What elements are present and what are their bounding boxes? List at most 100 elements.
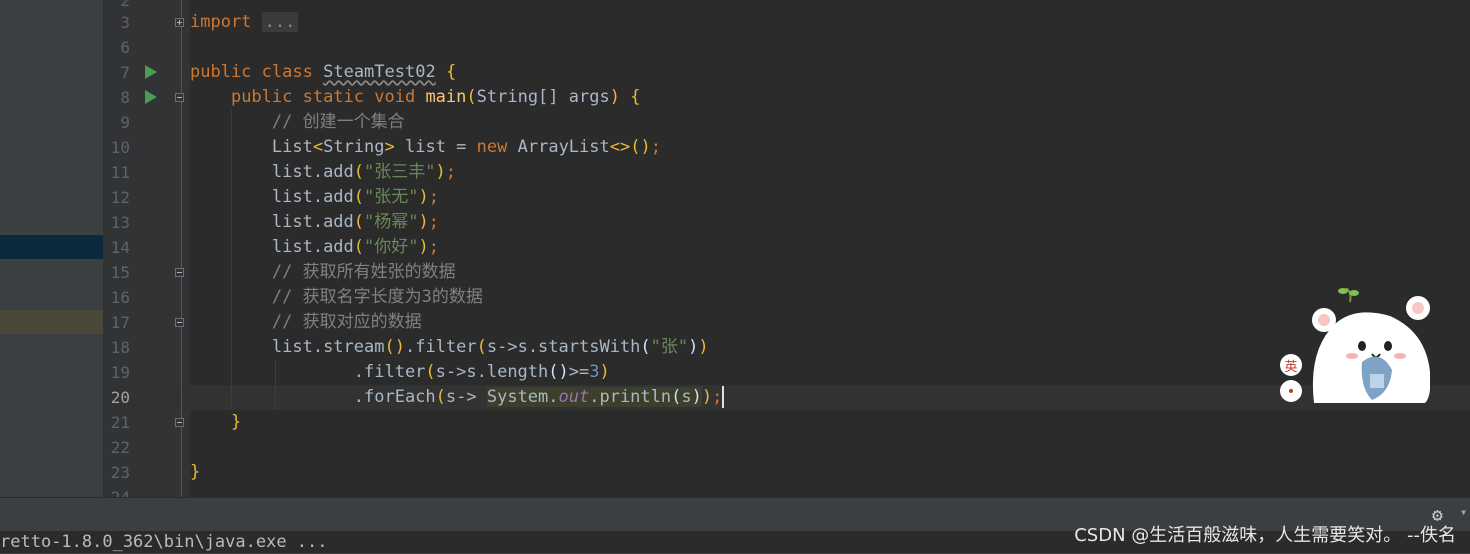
paren: ) bbox=[691, 387, 702, 407]
params: String[] args bbox=[476, 87, 610, 107]
line-number: 15 bbox=[110, 263, 130, 282]
paren: ( bbox=[466, 87, 477, 107]
mascot-badge-text: 英 bbox=[1284, 360, 1297, 375]
string-literal: "张" bbox=[650, 337, 689, 357]
paren: ( bbox=[353, 237, 365, 257]
code-line-11[interactable]: list.add("张三丰"); bbox=[190, 160, 456, 185]
code-line-8[interactable]: public static void main(String[] args) { bbox=[190, 85, 641, 110]
parens: () bbox=[630, 137, 651, 157]
line-number: 19 bbox=[110, 363, 130, 382]
paren: ( bbox=[435, 387, 446, 407]
line-number: 13 bbox=[110, 213, 130, 232]
paren: ( bbox=[353, 212, 365, 232]
generic-open: < bbox=[312, 137, 324, 157]
line-number: 9 bbox=[120, 113, 130, 132]
semicolon: ; bbox=[428, 187, 440, 207]
call: list.add bbox=[271, 212, 354, 232]
code-line-17[interactable]: // 获取对应的数据 bbox=[190, 310, 422, 335]
code-line-3[interactable]: import ... bbox=[190, 10, 299, 35]
string-literal: "张无" bbox=[364, 187, 419, 207]
watermark-text: CSDN @生活百般滋味，人生需要笑对。 --佚名 bbox=[1074, 525, 1456, 546]
line-number: 3 bbox=[120, 13, 130, 32]
folded-imports[interactable]: ... bbox=[261, 12, 299, 32]
keyword-class: class bbox=[261, 62, 313, 82]
paren: ) bbox=[609, 87, 620, 107]
brace: } bbox=[230, 412, 242, 432]
lambda: s-> bbox=[445, 387, 487, 407]
line-number: 22 bbox=[110, 438, 130, 457]
generic-close: > bbox=[384, 137, 395, 157]
paren: ) bbox=[688, 337, 699, 357]
decl: list = bbox=[394, 137, 477, 157]
code-line-12[interactable]: list.add("张无"); bbox=[190, 185, 439, 210]
paren: ( bbox=[353, 162, 365, 182]
comment: // 获取所有姓张的数据 bbox=[271, 262, 456, 282]
project-highlight-row[interactable] bbox=[0, 310, 103, 334]
code-line-9[interactable]: // 创建一个集合 bbox=[190, 110, 405, 135]
mascot-badge-dot: • bbox=[1287, 384, 1295, 400]
paren: ) bbox=[599, 362, 610, 382]
highlighted-expression: System.out.println(s) bbox=[486, 387, 702, 407]
diamond: <> bbox=[609, 137, 631, 157]
code-line-20[interactable]: .forEach(s-> System.out.println(s)); bbox=[190, 385, 725, 410]
line-number: 8 bbox=[120, 88, 130, 107]
lambda: s->s.length bbox=[435, 362, 549, 382]
paren: ) bbox=[701, 387, 713, 407]
code-line-19[interactable]: .filter(s->s.length()>=3) bbox=[190, 360, 610, 385]
run-icon[interactable] bbox=[145, 65, 157, 79]
code-line-14[interactable]: list.add("你好"); bbox=[190, 235, 439, 260]
code-line-23[interactable]: } bbox=[190, 460, 200, 485]
paren: ) bbox=[418, 237, 429, 257]
paren: ) bbox=[418, 187, 429, 207]
code-line-16[interactable]: // 获取名字长度为3的数据 bbox=[190, 285, 483, 310]
fold-collapse-icon[interactable] bbox=[175, 268, 184, 277]
line-number: 6 bbox=[120, 38, 130, 57]
run-icon[interactable] bbox=[145, 90, 157, 104]
operator: >= bbox=[568, 362, 590, 382]
call: list.add bbox=[271, 162, 354, 182]
semicolon: ; bbox=[712, 387, 723, 407]
call: .filter bbox=[353, 362, 426, 382]
semicolon: ; bbox=[428, 237, 440, 257]
mascot-sticker: 英 • bbox=[1280, 288, 1430, 403]
type: List bbox=[271, 137, 313, 157]
arg: s bbox=[681, 387, 692, 407]
run-command-text: retto-1.8.0_362\bin\java.exe ... bbox=[0, 532, 328, 552]
fold-expand-icon[interactable] bbox=[175, 18, 184, 27]
line-number: 17 bbox=[110, 313, 130, 332]
call: .println bbox=[589, 387, 672, 407]
paren: ( bbox=[425, 362, 436, 382]
method-name: main bbox=[425, 87, 467, 107]
comment: // 获取名字长度为3的数据 bbox=[271, 287, 483, 307]
brace: } bbox=[190, 462, 201, 482]
string-literal: "你好" bbox=[364, 237, 419, 257]
brace: { bbox=[445, 62, 457, 82]
paren: () bbox=[384, 337, 405, 357]
code-line-7[interactable]: public class SteamTest02 { bbox=[190, 60, 456, 85]
generic-type: String bbox=[323, 137, 385, 157]
call: .filter bbox=[404, 337, 477, 357]
method-modifiers: public static void bbox=[230, 87, 416, 107]
code-line-15[interactable]: // 获取所有姓张的数据 bbox=[190, 260, 456, 285]
fold-collapse-icon[interactable] bbox=[175, 318, 184, 327]
project-selected-row[interactable] bbox=[0, 235, 103, 259]
fold-collapse-icon[interactable] bbox=[175, 93, 184, 102]
text-caret bbox=[722, 386, 725, 408]
code-line-10[interactable]: List<String> list = new ArrayList<>(); bbox=[190, 135, 661, 160]
chevron-down-icon[interactable]: ▾ bbox=[1460, 505, 1467, 519]
line-number: 14 bbox=[110, 238, 130, 257]
paren: ) bbox=[418, 212, 429, 232]
code-line-13[interactable]: list.add("杨幂"); bbox=[190, 210, 439, 235]
code-line-18[interactable]: list.stream().filter(s->s.startsWith("张"… bbox=[190, 335, 709, 360]
number-literal: 3 bbox=[589, 362, 600, 382]
code-line-21[interactable]: } bbox=[190, 410, 241, 435]
keyword-new: new bbox=[476, 137, 508, 157]
system-ref: System. bbox=[486, 387, 559, 407]
class-ref: ArrayList bbox=[517, 137, 610, 157]
line-number: 18 bbox=[110, 338, 130, 357]
line-number: 21 bbox=[110, 413, 130, 432]
class-name: SteamTest02 bbox=[323, 62, 436, 82]
project-panel[interactable] bbox=[0, 0, 104, 497]
paren: ) bbox=[435, 162, 446, 182]
fold-collapse-icon[interactable] bbox=[175, 418, 184, 427]
